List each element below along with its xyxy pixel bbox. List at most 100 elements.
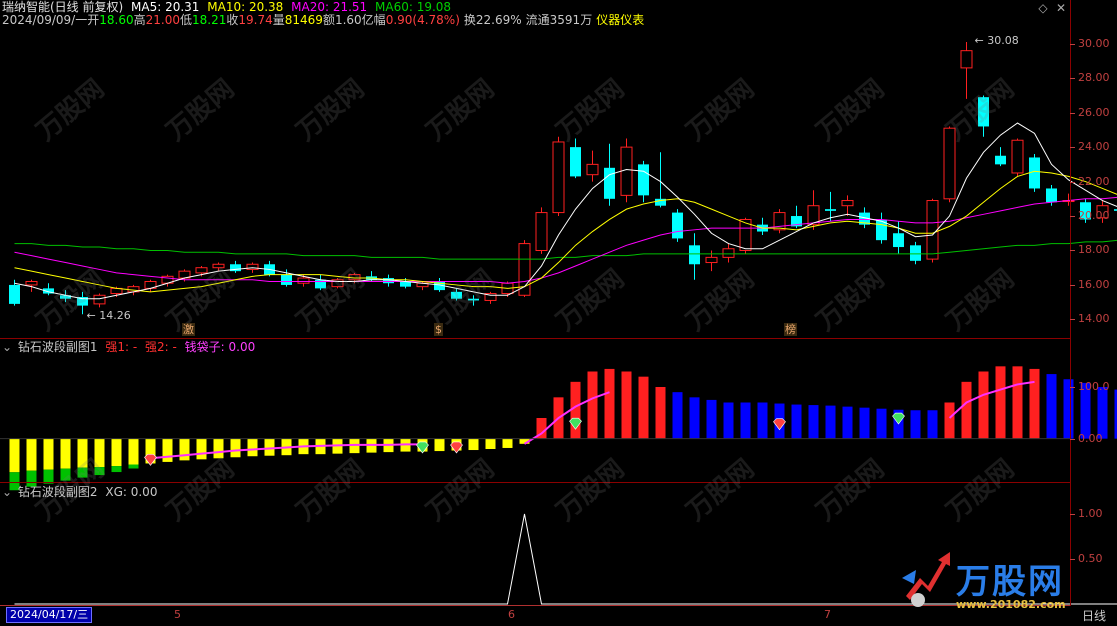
price-tick: 26.00 [1070,105,1110,119]
close-value: 19.74 [238,13,273,27]
restore-icon[interactable]: ◇ [1036,1,1050,15]
event-tag[interactable]: 激 [182,323,195,336]
site-logo: 万股网 www.201082.com [898,548,1098,618]
price-axis-line [1070,0,1071,606]
float-value: 流通3591万 [525,13,593,27]
indicator1-bar [502,438,513,448]
indicator1-bar [587,371,598,439]
industry-value[interactable]: 仪器仪表 [596,13,644,27]
indicator1-bar [842,406,853,439]
indicator1-bar [264,438,275,456]
cursor-date-box: 2024/04/17/三 [6,607,93,623]
open-value: 18.60 [99,13,134,27]
indicator1-tick: 100.0 [1070,380,1110,393]
indicator1-bar [1012,366,1023,439]
indicator1-bar [179,438,190,461]
volume-label: 量 [272,13,285,27]
indicator1-bar [791,404,802,439]
candle-body [586,163,599,176]
candle-body [9,284,20,304]
ma20-line [14,196,1117,284]
indicator1-green-bar [111,466,122,473]
month-label: 5 [174,608,181,621]
indicator2-title[interactable]: 钻石波段副图2 [18,485,98,499]
indicator1-bar [1046,374,1057,439]
candle-body [25,280,38,286]
high-marker: ← 30.08 [974,34,1019,48]
candle-body [705,256,718,264]
indicator1-bar [230,438,241,458]
diamond-icon [144,454,157,466]
indicator1-bar [944,402,955,439]
indicator1-strong2: 强2: - [145,340,177,354]
indicator2-header: ⌄ 钻石波段副图2 XG: 0.00 [2,484,161,500]
indicator1-bar [757,402,768,439]
indicator1-bar [196,438,207,460]
open-label: 开 [87,13,100,27]
candle-body [535,212,548,251]
candle-body [246,263,259,270]
close-label: 收 [226,13,239,27]
high-label: 高 [133,13,146,27]
candle-body [960,50,973,69]
indicator1-bar [26,438,37,471]
candle-body [638,164,649,196]
indicator1-bar [910,410,921,439]
candle-body [552,141,565,214]
candle-body [995,155,1006,165]
indicator1-bar [961,381,972,439]
indicator1-bar [706,399,717,439]
indicator1-header: ⌄ 钻石波段副图1 强1: - 强2: - 钱袋子: 0.00 [2,339,259,355]
logo-text: 万股网 [956,562,1064,602]
indicator1-bar [485,438,496,449]
indicator1-bar [604,368,615,439]
indicator1-wallet: 钱袋子: 0.00 [184,340,256,354]
volume-value: 81469 [284,13,323,27]
candle-body [722,248,735,258]
logo-url: www.201082.com [956,598,1066,611]
candle-body [620,146,633,196]
indicator1-bar [111,438,122,467]
indicator1-bar [808,405,819,439]
indicator1-bar [570,381,581,439]
indicator1-title[interactable]: 钻石波段副图1 [18,340,98,354]
indicator1-bar [1029,368,1040,439]
chevron-down-icon[interactable]: ⌄ [2,340,12,354]
candle-body [841,200,854,207]
candle-body [893,233,904,248]
candle-body [604,167,615,199]
candle-body [926,200,939,260]
change-label: 幅 [373,13,386,27]
candle-body [1011,139,1024,174]
month-label: 7 [824,608,831,621]
candle-body [689,245,700,265]
price-tick: 24.00 [1070,140,1110,154]
price-tick: 22.00 [1070,174,1110,188]
candle-body [297,277,310,284]
diamond-icon [450,441,463,454]
price-tick: 16.00 [1070,277,1110,291]
month-label: 6 [508,608,515,621]
candle-body [281,274,292,285]
event-tag[interactable]: 榜 [784,323,797,336]
close-icon[interactable]: ✕ [1054,1,1068,15]
logo-arrow-icon [902,552,950,607]
amount-label: 额 [322,13,335,27]
price-tick: 14.00 [1070,312,1110,326]
indicator1-strong1: 强1: - [105,340,138,354]
candle-body [570,147,581,177]
price-tick: 20.00 [1070,209,1110,223]
high-value: 21.00 [145,13,180,27]
indicator1-bar [43,438,54,470]
indicator1-bar [978,371,989,439]
indicator1-bar [927,410,938,439]
quote-bar: 2024/09/09/一开18.60高21.00低18.21收19.74量814… [2,12,648,28]
turnover-value: 换22.69% [463,13,522,27]
event-tag[interactable]: $ [434,323,443,336]
price-tick: 30.00 [1070,36,1110,50]
panel-separator-2 [0,482,1070,483]
indicator1-bar [825,405,836,439]
indicator1-bar [995,366,1006,439]
price-tick: 18.00 [1070,243,1110,257]
chevron-down-icon[interactable]: ⌄ [2,485,12,499]
